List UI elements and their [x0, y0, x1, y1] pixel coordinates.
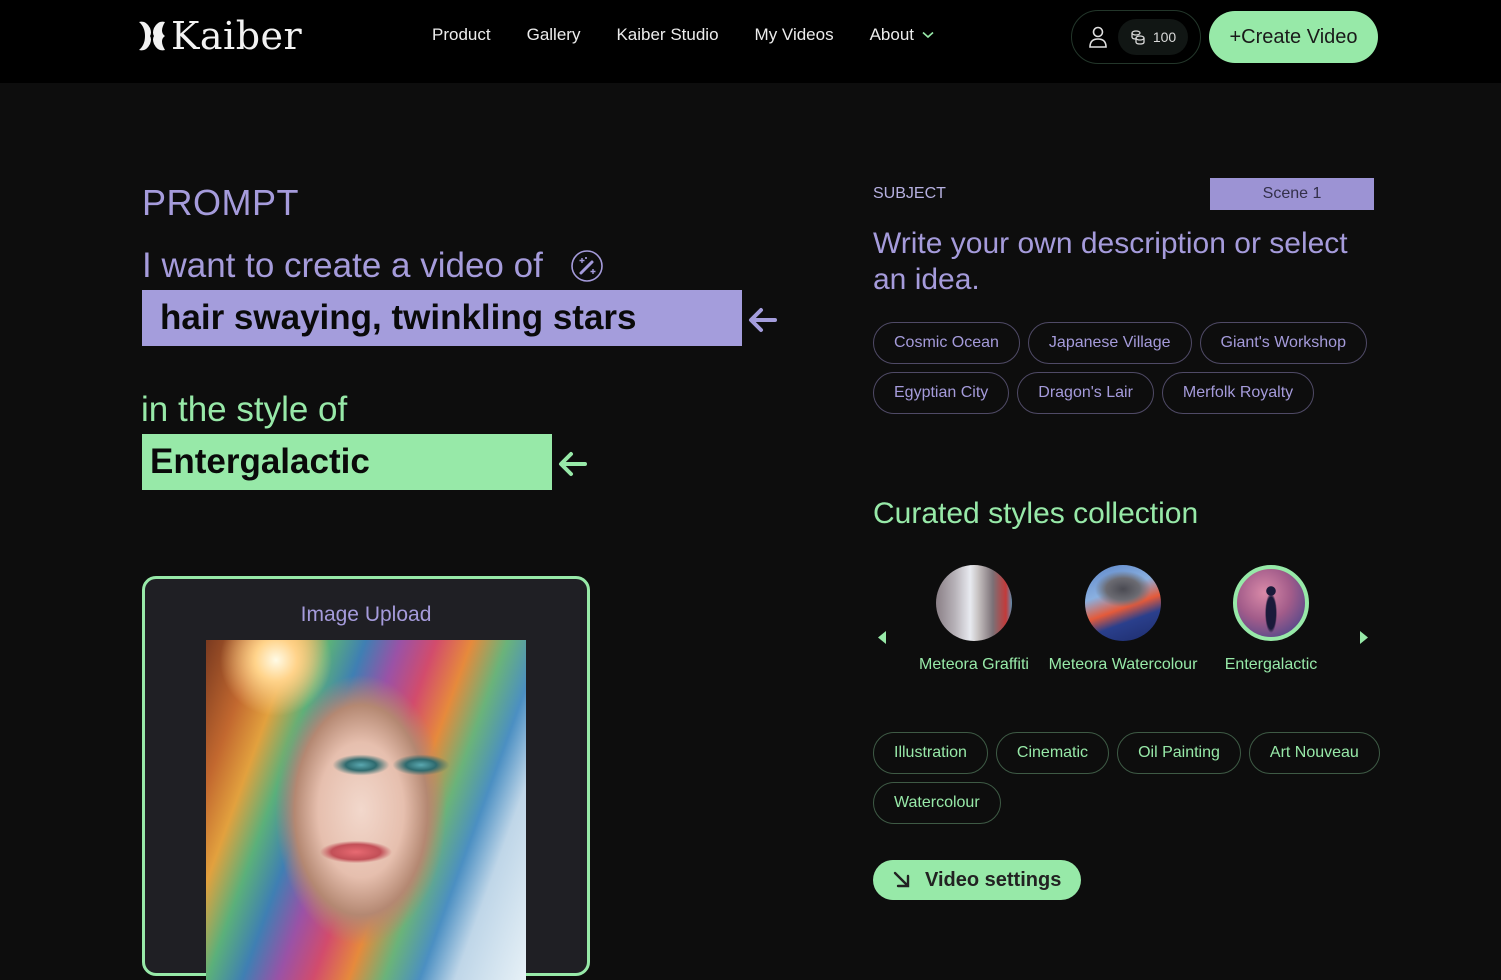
kaiber-logo-icon	[139, 21, 165, 51]
carousel-prev-icon[interactable]	[878, 631, 887, 644]
style-tag-chip[interactable]: Cinematic	[995, 732, 1110, 774]
style-name: Entergalactic	[1224, 656, 1318, 673]
style-name: Meteora Watercolour	[1048, 656, 1198, 673]
style-card-meteora-watercolour[interactable]: Meteora Watercolour	[1048, 565, 1198, 677]
arrow-down-right-icon	[893, 871, 910, 888]
magic-wand-icon[interactable]	[570, 250, 603, 282]
video-settings-label: Video settings	[925, 868, 1062, 891]
nav-about[interactable]: About	[870, 25, 934, 45]
chevron-down-icon	[922, 31, 934, 39]
arrow-left-icon	[749, 308, 777, 332]
account-pill: 100	[1071, 10, 1201, 64]
carousel-next-icon[interactable]	[1359, 631, 1368, 644]
style-tag-chip[interactable]: Illustration	[873, 732, 988, 774]
curated-styles-heading: Curated styles collection	[873, 497, 1199, 530]
idea-chip[interactable]: Dragon's Lair	[1017, 372, 1154, 414]
idea-chip[interactable]: Merfolk Royalty	[1161, 372, 1315, 414]
style-card-entergalactic[interactable]: Entergalactic	[1196, 565, 1346, 677]
style-intro: in the style of	[141, 390, 348, 429]
subject-description: Write your own description or select an …	[873, 227, 1348, 296]
style-card-meteora-graffiti[interactable]: Meteora Graffiti	[899, 565, 1049, 677]
style-tag-chip[interactable]: Watercolour	[873, 782, 1001, 824]
arrow-left-icon	[559, 452, 587, 476]
video-settings-button[interactable]: Video settings	[873, 860, 1081, 900]
main-nav: Product Gallery Kaiber Studio My Videos …	[432, 25, 934, 45]
style-thumbnail	[1085, 565, 1161, 641]
style-thumbnail-selected	[1233, 565, 1309, 641]
style-name: Meteora Graffiti	[919, 656, 1029, 673]
credits-count: 100	[1152, 29, 1177, 45]
idea-chip[interactable]: Egyptian City	[873, 372, 1010, 414]
idea-chips: Cosmic Ocean Japanese Village Giant's Wo…	[873, 322, 1383, 422]
nav-my-videos[interactable]: My Videos	[755, 25, 834, 45]
image-upload-panel[interactable]: Image Upload	[142, 576, 590, 980]
logo-text: Kaiber	[171, 14, 303, 58]
nav-gallery[interactable]: Gallery	[527, 25, 581, 45]
user-icon[interactable]	[1088, 25, 1108, 49]
nav-kaiber-studio[interactable]: Kaiber Studio	[616, 25, 718, 45]
top-nav-bar: Kaiber Product Gallery Kaiber Studio My …	[0, 0, 1501, 83]
prompt-heading: PROMPT	[142, 182, 300, 223]
image-upload-title: Image Upload	[300, 603, 432, 626]
style-thumbnail	[936, 565, 1012, 641]
idea-chip[interactable]: Giant's Workshop	[1199, 322, 1367, 364]
nav-about-label: About	[869, 25, 915, 44]
create-video-button[interactable]: +Create Video	[1209, 11, 1378, 63]
style-tag-chip[interactable]: Oil Painting	[1117, 732, 1241, 774]
style-input[interactable]: Entergalactic	[142, 434, 552, 490]
idea-chip[interactable]: Cosmic Ocean	[873, 322, 1020, 364]
style-tag-chips: Illustration Cinematic Oil Painting Art …	[873, 732, 1393, 832]
subject-input[interactable]: hair swaying, twinkling stars	[142, 290, 742, 346]
coins-icon	[1131, 30, 1145, 45]
prompt-intro-text: I want to create a video of	[142, 246, 543, 285]
prompt-intro: I want to create a video of	[142, 246, 603, 286]
subject-label: SUBJECT	[873, 185, 946, 202]
kaiber-logo[interactable]: Kaiber	[137, 14, 303, 58]
uploaded-image	[206, 640, 526, 980]
idea-chip[interactable]: Japanese Village	[1027, 322, 1192, 364]
scene-tab[interactable]: Scene 1	[1210, 178, 1374, 210]
style-tag-chip[interactable]: Art Nouveau	[1248, 732, 1380, 774]
nav-product[interactable]: Product	[432, 25, 491, 45]
credits-badge[interactable]: 100	[1118, 19, 1188, 55]
